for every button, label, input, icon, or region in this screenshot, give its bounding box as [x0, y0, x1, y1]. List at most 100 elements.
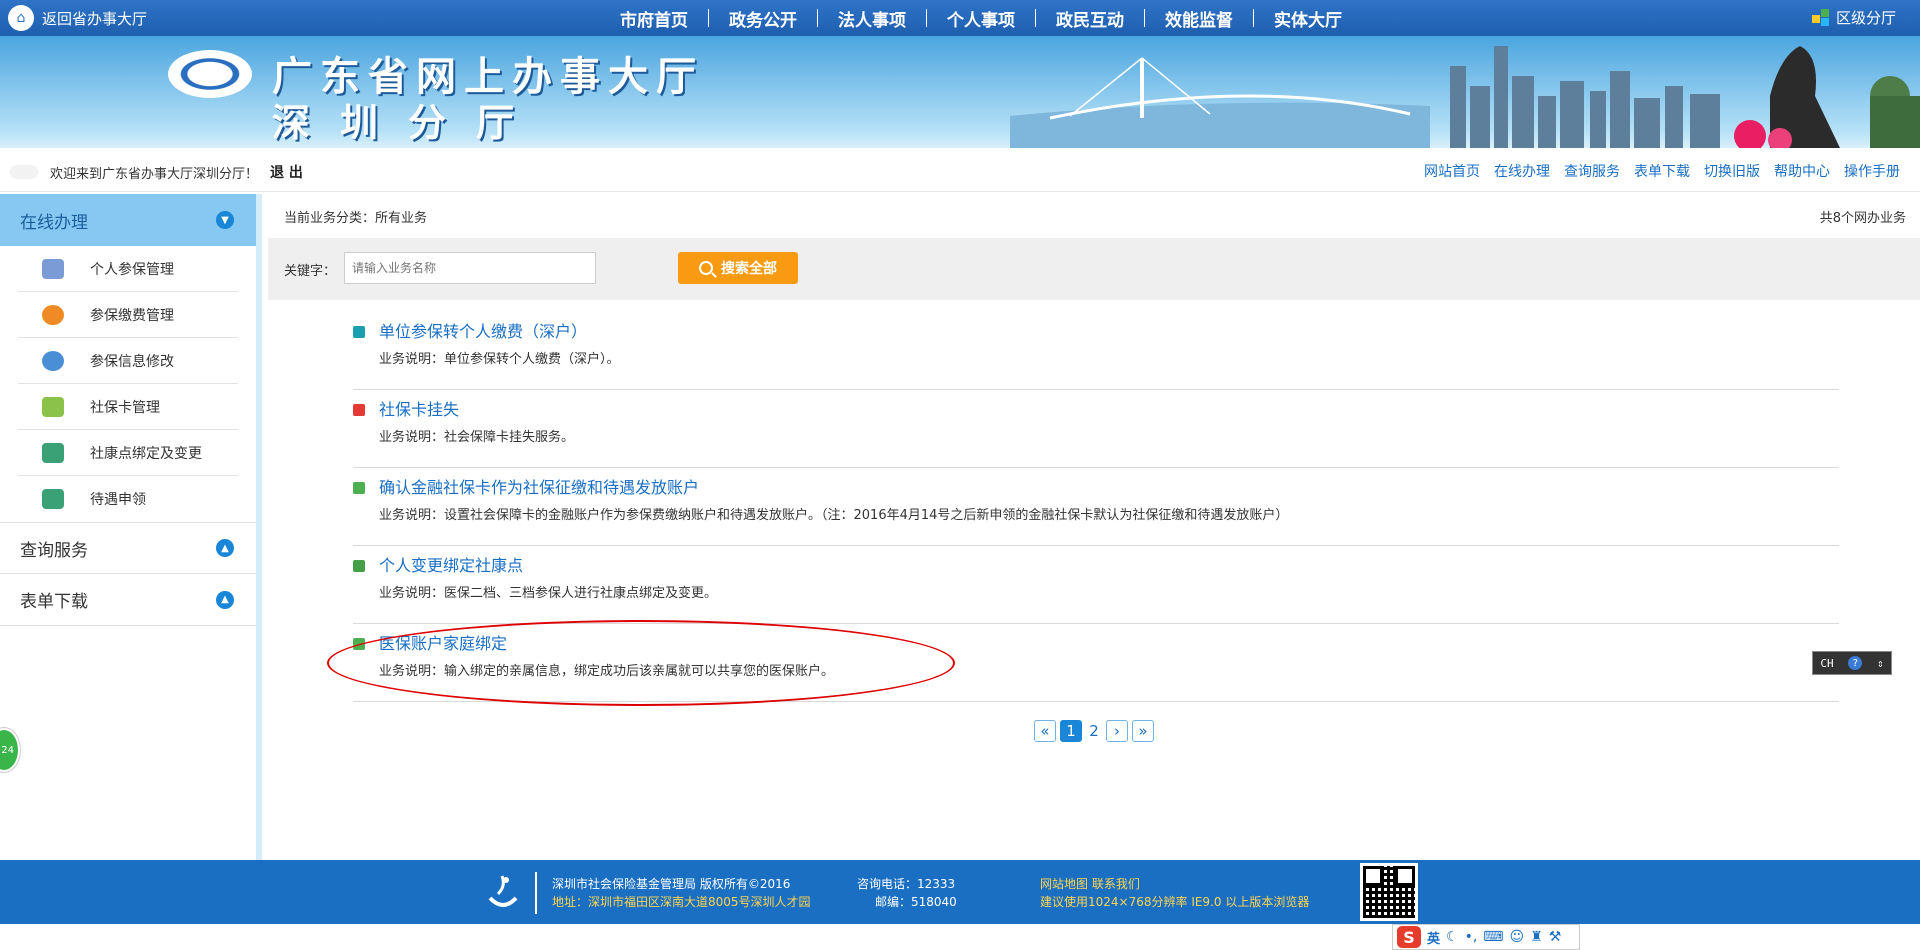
help-icon[interactable]: ? — [1848, 656, 1863, 670]
user-icon[interactable]: ☺ — [1510, 929, 1525, 945]
ime-toolbar: S 英 ☾ •, ⌨ ☺ ♜ ⚒ — [1392, 924, 1580, 950]
sidebar-item-label: 参保缴费管理 — [90, 307, 174, 324]
top-bar: ⌂ 返回省办事大厅 市府首页 政务公开 法人事项 个人事项 政民互动 效能监督 … — [0, 0, 1920, 36]
service-count: 共8个网办业务 — [1819, 210, 1906, 226]
sidebar-section-query[interactable]: 查询服务 ▲ — [0, 522, 256, 574]
sidebar-item-info-edit[interactable]: 参保信息修改 — [18, 338, 238, 384]
moon-icon[interactable]: ☾ — [1446, 929, 1459, 945]
link-switch-old[interactable]: 切换旧版 — [1704, 161, 1760, 181]
header-banner: 广东省网上办事大厅 深圳分厅 — [0, 36, 1920, 148]
footer-links: 网站地图 联系我们 建议使用1024×768分辨率 IE9.0 以上版本浏览器 — [1040, 875, 1309, 911]
nav-interaction[interactable]: 政民互动 — [1036, 6, 1144, 31]
back-label: 返回省办事大厅 — [42, 9, 148, 28]
first-page-button[interactable]: « — [1034, 720, 1056, 742]
list-item: 个人变更绑定社康点 业务说明：医保二档、三档参保人进行社康点绑定及变更。 — [353, 546, 1839, 624]
back-to-province-link[interactable]: ⌂ 返回省办事大厅 — [8, 5, 147, 31]
nav-personal[interactable]: 个人事项 — [927, 6, 1035, 31]
service-title-link[interactable]: 社保卡挂失 — [379, 396, 459, 420]
nav-gov-affairs[interactable]: 政务公开 — [709, 6, 817, 31]
highlight-annotation — [327, 620, 955, 706]
next-page-button[interactable]: › — [1106, 720, 1128, 742]
logout-link[interactable]: 退 出 — [270, 162, 303, 182]
main-content: 当前业务分类：所有业务 共8个网办业务 关键字： 搜索全部 单位参保转个人缴费（… — [268, 194, 1920, 860]
sidebar-item-card[interactable]: 社保卡管理 — [18, 384, 238, 430]
list-item: 确认金融社保卡作为社保征缴和待遇发放账户 业务说明：设置社会保障卡的金融账户作为… — [353, 468, 1839, 546]
last-page-button[interactable]: » — [1132, 720, 1154, 742]
link-online-service[interactable]: 在线办理 — [1494, 161, 1550, 181]
nav-city-home[interactable]: 市府首页 — [600, 6, 708, 31]
service-title-link[interactable]: 单位参保转个人缴费（深户） — [379, 318, 587, 342]
link-manual[interactable]: 操作手册 — [1844, 161, 1900, 181]
service-description: 业务说明：设置社会保障卡的金融账户作为参保费缴纳账户和待遇发放账户。（注：201… — [379, 508, 1289, 523]
sogou-logo-icon[interactable]: S — [1397, 926, 1421, 948]
language-code: CH — [1820, 656, 1834, 670]
footer-divider — [535, 872, 537, 914]
cash-icon — [42, 489, 64, 509]
footer-logo — [488, 875, 518, 907]
sidebar-item-clinic-binding[interactable]: 社康点绑定及变更 — [18, 430, 238, 476]
sidebar-item-list: 个人参保管理 参保缴费管理 参保信息修改 社保卡管理 社康点绑定及变更 待遇申领 — [0, 246, 256, 522]
keyword-label: 关键字： — [284, 264, 337, 279]
footer-postcode: 邮编：518040 — [875, 895, 957, 909]
sidebar-item-benefit-claim[interactable]: 待遇申领 — [18, 476, 238, 522]
banner-subtitle: 深圳分厅 — [272, 101, 545, 145]
house-icon — [353, 560, 365, 572]
service-description: 业务说明：单位参保转个人缴费（深户）。 — [379, 352, 620, 367]
language-indicator[interactable]: CH ? ⇕ — [1812, 651, 1892, 675]
page-1-button[interactable]: 1 — [1060, 720, 1082, 742]
wrench-icon[interactable]: ⚒ — [1549, 929, 1562, 945]
site-logo — [168, 50, 252, 98]
sidebar-section-online[interactable]: 在线办理 ▼ — [0, 194, 256, 246]
chevron-up-icon: ▲ — [216, 539, 234, 557]
card-icon — [42, 396, 64, 417]
footer-sitemap-contact[interactable]: 网站地图 联系我们 — [1040, 875, 1309, 893]
sidebar-item-label: 社保卡管理 — [90, 399, 160, 416]
footer-browser-note: 建议使用1024×768分辨率 IE9.0 以上版本浏览器 — [1040, 895, 1310, 909]
link-site-home[interactable]: 网站首页 — [1424, 161, 1480, 181]
nav-physical-hall[interactable]: 实体大厅 — [1254, 6, 1362, 31]
money-bag-icon — [42, 304, 64, 325]
sidebar-item-label: 个人参保管理 — [90, 261, 174, 278]
punctuation-icon[interactable]: •, — [1465, 929, 1478, 945]
shirt-icon[interactable]: ♜ — [1530, 929, 1543, 945]
footer-contact: 咨询电话：12333 邮编：518040 — [857, 875, 957, 911]
service-title-link[interactable]: 个人变更绑定社康点 — [379, 552, 523, 576]
search-icon — [699, 261, 713, 275]
sidebar-section-label: 表单下载 — [20, 592, 88, 612]
page-2-button[interactable]: 2 — [1086, 722, 1102, 740]
category-label: 当前业务分类：所有业务 — [284, 210, 428, 226]
sidebar-item-label: 社康点绑定及变更 — [90, 445, 202, 462]
service-description: 业务说明：医保二档、三档参保人进行社康点绑定及变更。 — [379, 586, 718, 601]
sidebar-item-payment[interactable]: 参保缴费管理 — [18, 292, 238, 338]
blocks-icon — [1811, 8, 1830, 27]
pagination: « 1 2 › » — [1034, 720, 1154, 742]
footer: 深圳市社会保险基金管理局 版权所有©2016 地址：深圳市福田区深南大道8005… — [0, 860, 1920, 924]
keyboard-icon[interactable]: ⌨ — [1483, 929, 1503, 945]
nav-supervision[interactable]: 效能监督 — [1145, 6, 1253, 31]
dropdown-icon[interactable]: ⇕ — [1877, 657, 1884, 670]
qr-code — [1360, 863, 1418, 921]
search-bar: 关键字： 搜索全部 — [268, 238, 1920, 300]
card-icon — [353, 404, 365, 416]
search-all-button[interactable]: 搜索全部 — [678, 252, 798, 284]
service-title-link[interactable]: 确认金融社保卡作为社保征缴和待遇发放账户 — [379, 474, 699, 498]
top-nav: 市府首页 政务公开 法人事项 个人事项 政民互动 效能监督 实体大厅 — [600, 0, 1362, 36]
keyword-search-input[interactable] — [344, 252, 596, 284]
district-hall-link[interactable]: 区级分厅 — [1811, 7, 1896, 28]
sidebar-item-personal-insurance[interactable]: 个人参保管理 — [18, 246, 238, 292]
sidebar-section-forms[interactable]: 表单下载 ▲ — [0, 574, 256, 626]
list-item: 单位参保转个人缴费（深户） 业务说明：单位参保转个人缴费（深户）。 — [353, 312, 1839, 390]
nav-legal-person[interactable]: 法人事项 — [818, 6, 926, 31]
service-description: 业务说明：社会保障卡挂失服务。 — [379, 430, 575, 445]
link-help-center[interactable]: 帮助中心 — [1774, 161, 1830, 181]
home-icon: ⌂ — [8, 5, 34, 31]
chevron-up-icon: ▲ — [216, 590, 234, 609]
service-icon — [353, 326, 365, 338]
welcome-bar: 欢迎来到广东省办事大厅深圳分厅！ 退 出 网站首页 在线办理 查询服务 表单下载… — [0, 148, 1920, 192]
chevron-down-icon: ▼ — [216, 211, 234, 229]
search-button-label: 搜索全部 — [721, 261, 777, 277]
ime-language-toggle[interactable]: 英 — [1427, 928, 1440, 947]
link-query-service[interactable]: 查询服务 — [1564, 161, 1620, 181]
list-item: 社保卡挂失 业务说明：社会保障卡挂失服务。 — [353, 390, 1839, 468]
link-form-download[interactable]: 表单下载 — [1634, 161, 1690, 181]
